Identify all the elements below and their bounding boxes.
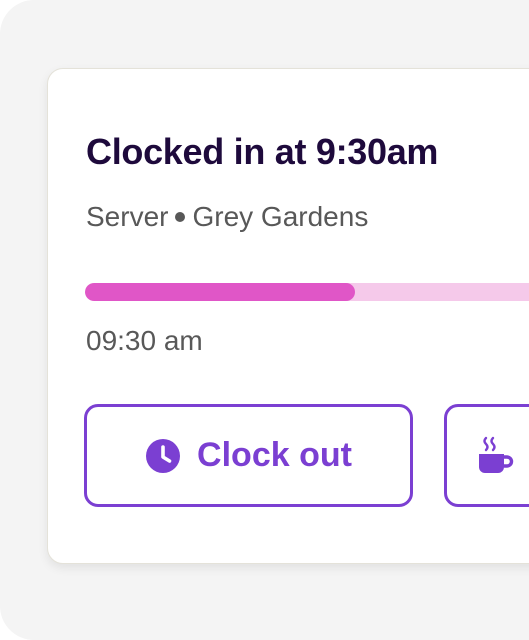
clock-in-time: 09:30 am: [86, 325, 203, 356]
break-button[interactable]: [444, 404, 529, 507]
shift-card: Clocked in at 9:30am Server Grey Gardens …: [47, 68, 529, 564]
app-frame: Clocked in at 9:30am Server Grey Gardens …: [0, 0, 529, 640]
separator-dot: [175, 211, 186, 222]
coffee-cup-icon: [477, 436, 515, 476]
shift-details: Server Grey Gardens: [86, 201, 368, 233]
shift-role: Server: [86, 201, 169, 232]
shift-progress-fill: [85, 283, 356, 301]
clock-icon: [145, 438, 181, 474]
shift-location: Grey Gardens: [192, 201, 369, 232]
clock-out-button[interactable]: Clock out: [84, 404, 413, 507]
shift-progress-bar: [85, 283, 529, 301]
shift-title: Clocked in at 9:30am: [86, 131, 439, 172]
clock-out-label: Clock out: [197, 436, 352, 474]
